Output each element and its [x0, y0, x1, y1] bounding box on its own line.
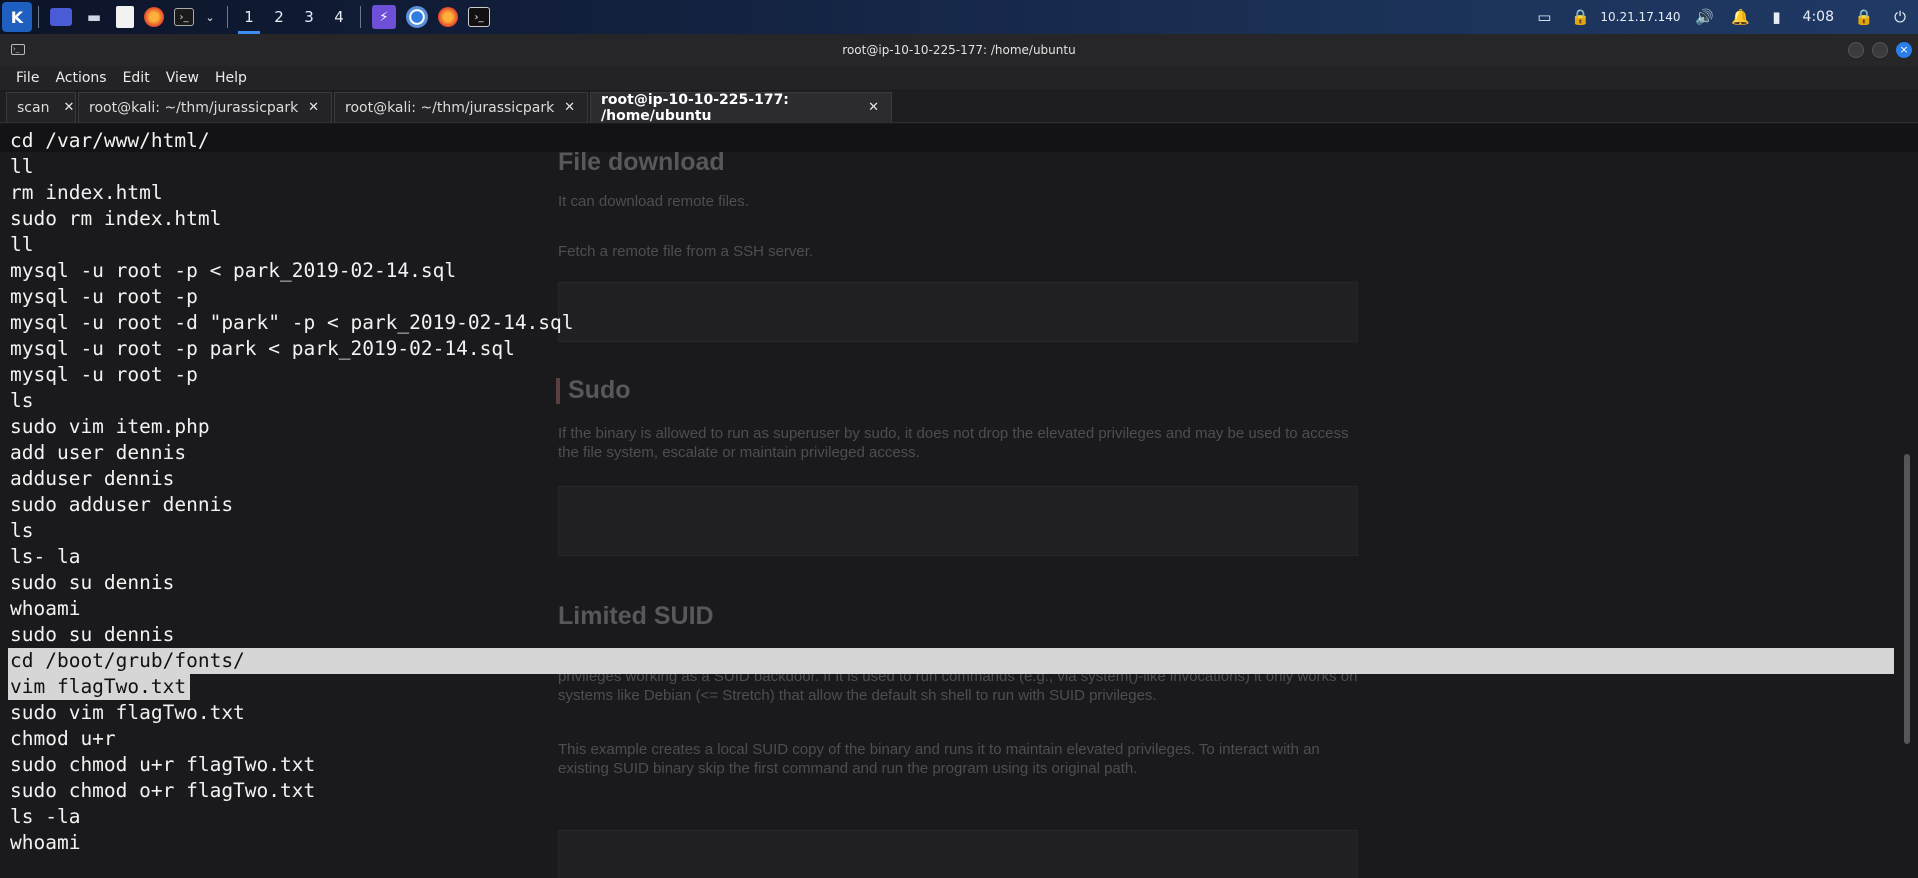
window-titlebar[interactable]: ›_ root@ip-10-10-225-177: /home/ubuntu × — [0, 34, 1918, 66]
menu-actions[interactable]: Actions — [55, 70, 106, 86]
minimize-button[interactable] — [1848, 42, 1864, 58]
terminal-line: sudo chmod o+r flagTwo.txt — [10, 779, 316, 802]
volume-icon[interactable]: 🔊 — [1694, 8, 1716, 26]
code-block — [558, 486, 1358, 556]
terminal-line: sudo adduser dennis — [10, 493, 234, 516]
chevron-down-icon[interactable]: ⌄ — [204, 5, 216, 29]
terminal-line: whoami — [10, 597, 81, 620]
menu-edit[interactable]: Edit — [123, 70, 150, 86]
terminal-line: mysql -u root -p — [10, 363, 198, 386]
terminal-output[interactable]: File download It can download remote fil… — [0, 124, 1918, 878]
text-fetch: Fetch a remote file from a SSH server. — [558, 243, 814, 260]
terminal-line: vim flagTwo.txt — [10, 675, 187, 698]
close-tab-icon[interactable]: ✕ — [308, 100, 319, 115]
panel-separator — [227, 6, 228, 28]
terminal-line: rm index.html — [10, 181, 163, 204]
panel-separator — [360, 6, 361, 28]
tab-kali-jurassicpark-2[interactable]: root@kali: ~/thm/jurassicpark ✕ — [334, 92, 588, 122]
tab-remote-ubuntu[interactable]: root@ip-10-10-225-177: /home/ubuntu ✕ — [590, 91, 892, 124]
file-manager-icon[interactable]: ▬ — [82, 5, 106, 29]
workspace-4[interactable]: 4 — [324, 0, 354, 34]
terminal-line: mysql -u root -p < park_2019-02-14.sql — [10, 259, 457, 282]
terminal-line: ls- la — [10, 545, 81, 568]
terminal-line: ll — [10, 155, 34, 178]
window-title: root@ip-10-10-225-177: /home/ubuntu — [842, 43, 1076, 57]
terminal-line: adduser dennis — [10, 467, 175, 490]
terminal-line: ls — [10, 389, 34, 412]
text-example: This example creates a local SUID copy o… — [558, 741, 1320, 777]
menu-file[interactable]: File — [16, 70, 39, 86]
text-editor-icon[interactable] — [116, 6, 134, 28]
terminal-line: cd /var/www/html/ — [10, 129, 210, 152]
close-window-button[interactable]: × — [1896, 42, 1912, 58]
terminal-line: sudo su dennis — [10, 623, 175, 646]
tab-label: root@kali: ~/thm/jurassicpark — [89, 99, 299, 116]
terminal-line: sudo su dennis — [10, 571, 175, 594]
terminal-line: sudo chmod u+r flagTwo.txt — [10, 753, 316, 776]
clock[interactable]: 4:08 — [1803, 9, 1834, 25]
terminal-line: whoami — [10, 831, 81, 854]
lock-screen-icon[interactable]: 🔒 — [1853, 8, 1875, 26]
kali-dragon-icon[interactable]: K — [2, 2, 32, 32]
burp-icon[interactable]: ⚡ — [372, 5, 396, 29]
tab-label: root@ip-10-10-225-177: /home/ubuntu — [601, 91, 789, 124]
ip-address: 10.21.17.140 — [1600, 10, 1681, 24]
code-block — [558, 282, 1358, 342]
tab-label: scan — [17, 99, 50, 116]
tab-kali-jurassicpark-1[interactable]: root@kali: ~/thm/jurassicpark ✕ — [78, 92, 332, 122]
terminal-line: add user dennis — [10, 441, 187, 464]
terminal-line: sudo vim item.php — [10, 415, 210, 438]
background-browser-page: File download It can download remote fil… — [556, 124, 1360, 878]
terminal-line: mysql -u root -p — [10, 285, 198, 308]
code-block — [558, 830, 1358, 878]
terminal-line: mysql -u root -d "park" -p < park_2019-0… — [10, 311, 574, 334]
heading-limited-suid: Limited SUID — [558, 602, 714, 630]
panel-separator — [38, 6, 39, 28]
terminal-line: chmod u+r — [10, 727, 116, 750]
close-tab-icon[interactable]: ✕ — [63, 100, 74, 115]
terminal-line: sudo vim flagTwo.txt — [10, 701, 245, 724]
workspace-2[interactable]: 2 — [264, 0, 294, 34]
heading-sudo: Sudo — [568, 376, 631, 404]
power-icon[interactable]: ⏻ — [1889, 8, 1911, 26]
screen-icon[interactable]: ▭ — [1533, 8, 1555, 26]
menu-help[interactable]: Help — [215, 70, 247, 86]
firefox-icon[interactable] — [438, 7, 458, 27]
firefox-icon[interactable] — [144, 7, 164, 27]
tab-bar: scan ✕ root@kali: ~/thm/jurassicpark ✕ r… — [0, 91, 1918, 124]
terminal-line: ls — [10, 519, 34, 542]
terminal-line: mysql -u root -p park < park_2019-02-14.… — [10, 337, 515, 360]
maximize-button[interactable] — [1872, 42, 1888, 58]
close-tab-icon[interactable]: ✕ — [564, 100, 575, 115]
heading-file-download: File download — [558, 148, 725, 176]
terminal-line: sudo rm index.html — [10, 207, 222, 230]
system-tray: ▭ 🔒 10.21.17.140 🔊 🔔 ▮ 4:08 🔒 ⏻ — [1526, 0, 1918, 34]
scrollbar[interactable] — [1904, 454, 1910, 744]
text-sudo: If the binary is allowed to run as super… — [558, 425, 1349, 461]
terminal-line: cd /boot/grub/fonts/ — [10, 649, 245, 672]
menu-view[interactable]: View — [166, 70, 199, 86]
chromium-icon[interactable] — [406, 6, 428, 28]
terminal-line: ll — [10, 233, 34, 256]
tab-label: root@kali: ~/thm/jurassicpark — [345, 99, 555, 116]
command-history: cd /var/www/html/ll rm index.html sudo rm … — [10, 128, 574, 856]
terminal-window-icon: ›_ — [11, 44, 25, 55]
terminal-line: ls -la — [10, 805, 81, 828]
terminal-icon[interactable]: ›_ — [174, 8, 194, 26]
notification-bell-icon[interactable]: 🔔 — [1730, 8, 1752, 26]
text-file-download: It can download remote files. — [558, 193, 749, 210]
battery-icon[interactable]: ▮ — [1766, 8, 1788, 26]
close-tab-icon[interactable]: ✕ — [868, 100, 879, 115]
tab-scan[interactable]: scan ✕ — [6, 92, 76, 122]
desktop-icon[interactable] — [50, 8, 72, 26]
workspace-3[interactable]: 3 — [294, 0, 324, 34]
terminal-icon[interactable]: ›_ — [468, 7, 490, 27]
top-panel: K ▬ ›_ ⌄ 1 2 3 4 ⚡ ›_ ▭ 🔒 10.21.17.140 🔊… — [0, 0, 1918, 34]
workspace-1[interactable]: 1 — [234, 0, 264, 34]
network-lock-icon[interactable]: 🔒 — [1569, 8, 1591, 26]
menu-bar: File Actions Edit View Help — [0, 66, 1918, 90]
